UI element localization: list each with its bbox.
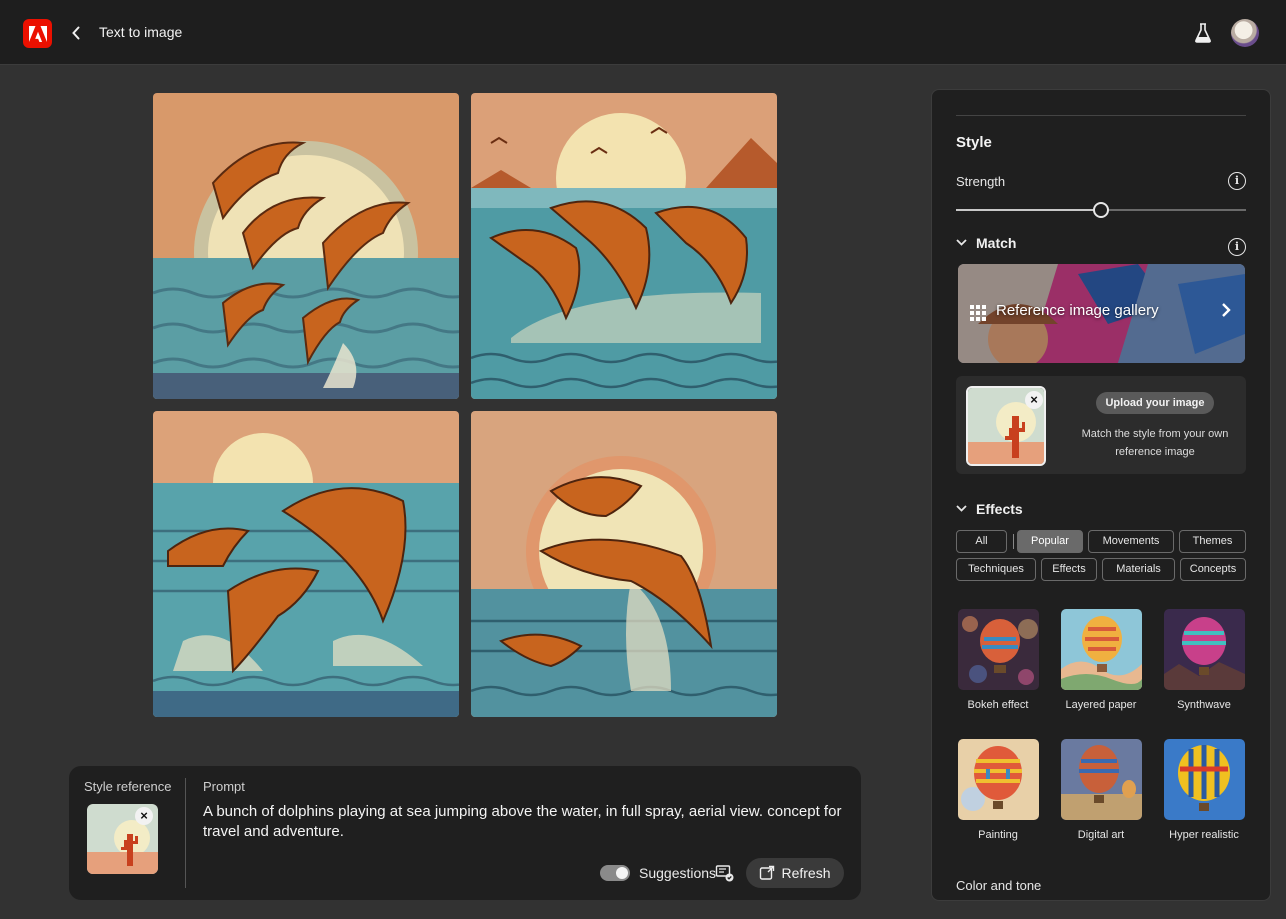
effect-label: Hyper realistic xyxy=(1169,829,1239,841)
chevron-down-icon xyxy=(956,503,968,515)
effect-layered-paper[interactable]: Layered paper xyxy=(1060,609,1142,711)
chevron-left-icon[interactable] xyxy=(66,22,86,44)
effect-label: Synthwave xyxy=(1177,699,1231,711)
layered-paper-thumbnail xyxy=(1060,609,1142,690)
filter-chip-popular[interactable]: Popular xyxy=(1017,530,1083,553)
suggestions-toggle[interactable] xyxy=(600,865,630,881)
remove-style-reference-icon[interactable]: × xyxy=(135,807,153,825)
divider xyxy=(1013,534,1014,549)
style-heading: Style xyxy=(956,134,992,151)
filter-chip-themes[interactable]: Themes xyxy=(1179,530,1246,553)
adobe-logo-icon[interactable] xyxy=(23,19,52,48)
upload-image-button[interactable]: Upload your image xyxy=(1096,392,1214,414)
filter-chip-concepts[interactable]: Concepts xyxy=(1180,558,1246,581)
refresh-button[interactable]: Refresh xyxy=(746,858,844,888)
effect-painting[interactable]: Painting xyxy=(957,739,1039,841)
suggestions-icon[interactable] xyxy=(715,863,735,883)
gallery-label: Reference image gallery xyxy=(996,302,1159,319)
info-icon[interactable]: i xyxy=(1228,238,1246,256)
page-title: Text to image xyxy=(99,24,183,40)
strength-slider-handle[interactable] xyxy=(1093,202,1109,218)
painting-thumbnail xyxy=(957,739,1039,820)
effect-bokeh[interactable]: Bokeh effect xyxy=(957,609,1039,711)
color-and-tone-label[interactable]: Color and tone xyxy=(956,878,1041,893)
match-label: Match xyxy=(976,235,1017,251)
grid-icon xyxy=(970,305,986,321)
effect-label: Bokeh effect xyxy=(967,699,1029,711)
uploaded-reference-thumbnail[interactable]: × xyxy=(966,386,1046,466)
effects-section-header[interactable]: Effects xyxy=(956,501,1023,517)
effect-label: Layered paper xyxy=(1065,699,1137,711)
generated-image-4[interactable] xyxy=(471,411,777,717)
style-panel: Style Strength i Match i Reference image… xyxy=(931,89,1271,901)
top-bar: Text to image xyxy=(0,0,1286,65)
upload-description: Match the style from your own reference … xyxy=(1081,428,1229,458)
filter-chip-techniques[interactable]: Techniques xyxy=(956,558,1036,581)
info-icon[interactable]: i xyxy=(1228,172,1246,190)
digital-art-thumbnail xyxy=(1060,739,1142,820)
effect-hyper-realistic[interactable]: Hyper realistic xyxy=(1163,739,1245,841)
prompt-label: Prompt xyxy=(203,779,245,794)
refresh-icon xyxy=(760,865,775,880)
remove-reference-icon[interactable]: × xyxy=(1025,391,1043,409)
match-section-header[interactable]: Match xyxy=(956,235,1016,251)
bokeh-effect-thumbnail xyxy=(957,609,1039,690)
hyper-realistic-thumbnail xyxy=(1163,739,1245,820)
suggestions-label: Suggestions xyxy=(639,865,717,881)
generated-image-3[interactable] xyxy=(153,411,459,717)
effect-label: Digital art xyxy=(1077,829,1125,841)
chevron-right-icon xyxy=(1221,302,1231,323)
effect-synthwave[interactable]: Synthwave xyxy=(1163,609,1245,711)
filter-chip-movements[interactable]: Movements xyxy=(1088,530,1174,553)
prompt-text[interactable]: A bunch of dolphins playing at sea jumpi… xyxy=(203,802,843,842)
divider xyxy=(956,115,1246,116)
filter-chip-all[interactable]: All xyxy=(956,530,1007,553)
avatar[interactable] xyxy=(1231,19,1259,47)
effects-label: Effects xyxy=(976,501,1023,517)
synthwave-thumbnail xyxy=(1163,609,1245,690)
style-reference-label: Style reference xyxy=(84,779,172,794)
refresh-label: Refresh xyxy=(781,865,831,881)
divider xyxy=(185,778,186,888)
style-reference-thumbnail[interactable]: × xyxy=(87,804,158,874)
effect-digital-art[interactable]: Digital art xyxy=(1060,739,1142,841)
generated-image-1[interactable] xyxy=(153,93,459,399)
strength-slider-fill xyxy=(956,209,1101,211)
chevron-down-icon xyxy=(956,237,968,249)
reference-image-gallery[interactable]: Reference image gallery xyxy=(958,264,1245,363)
effect-label: Painting xyxy=(978,829,1018,841)
upload-reference-box: × Upload your image Match the style from… xyxy=(956,376,1246,474)
prompt-panel: Style reference × Prompt A bunch of dolp… xyxy=(69,766,861,900)
generated-image-2[interactable] xyxy=(471,93,777,399)
filter-chip-effects[interactable]: Effects xyxy=(1041,558,1097,581)
strength-label: Strength xyxy=(956,174,1006,189)
filter-chip-materials[interactable]: Materials xyxy=(1102,558,1175,581)
flask-icon[interactable] xyxy=(1192,21,1214,45)
